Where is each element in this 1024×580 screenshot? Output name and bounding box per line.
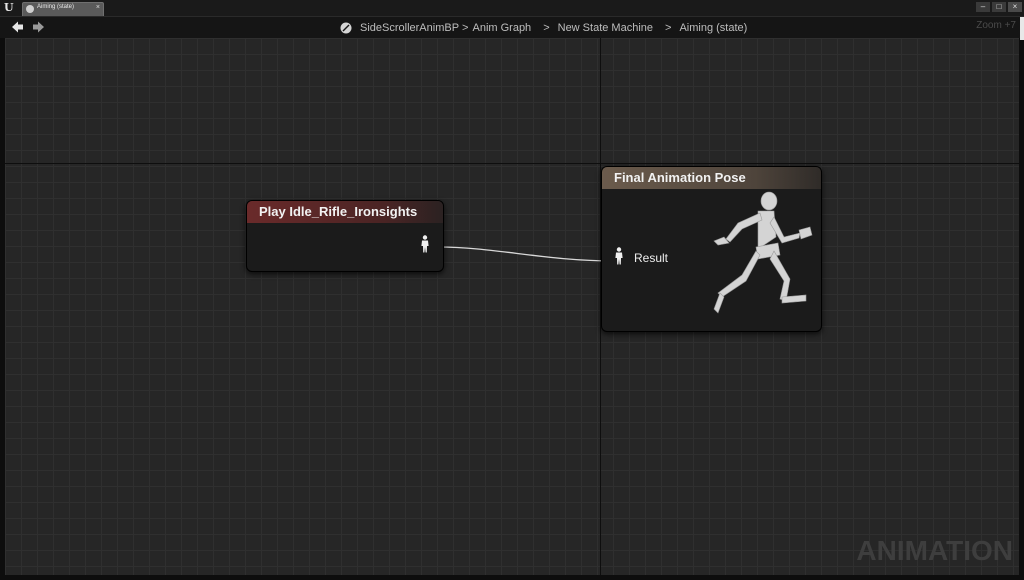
breadcrumb-item-anim-blueprint[interactable]: SideScrollerAnimBP bbox=[360, 22, 459, 34]
close-button[interactable]: × bbox=[1008, 2, 1022, 12]
arrow-right-icon[interactable] bbox=[32, 20, 46, 34]
document-tab[interactable]: Aiming (state) × bbox=[22, 2, 104, 16]
document-tab-label: Aiming (state) bbox=[37, 4, 75, 10]
breadcrumb-item-state[interactable]: Aiming (state) bbox=[679, 22, 747, 34]
unreal-logo-icon: U bbox=[4, 1, 14, 14]
window-edge bbox=[1020, 17, 1024, 40]
breadcrumb: SideScrollerAnimBP > Anim Graph > New St… bbox=[340, 20, 747, 35]
final-animation-pose-node[interactable]: Final Animation Pose Result bbox=[601, 166, 822, 332]
pose-pin-icon[interactable] bbox=[420, 235, 430, 253]
breadcrumb-separator: > bbox=[665, 21, 672, 34]
result-pin-label: Result bbox=[634, 251, 669, 265]
tab-close-icon[interactable]: × bbox=[96, 4, 100, 11]
pose-pin-icon[interactable] bbox=[614, 247, 624, 265]
maximize-button[interactable]: □ bbox=[992, 2, 1006, 12]
play-animation-node[interactable]: Play Idle_Rifle_Ironsights bbox=[246, 200, 444, 272]
blueprint-icon bbox=[340, 22, 352, 33]
minimize-button[interactable]: – bbox=[976, 2, 990, 12]
title-bar: U Aiming (state) × – □ × bbox=[0, 0, 1024, 17]
zoom-level: Zoom +7 bbox=[976, 20, 1016, 31]
breadcrumb-item-anim-graph[interactable]: Anim Graph bbox=[472, 22, 531, 34]
breadcrumb-separator: > bbox=[462, 21, 469, 34]
graph-type-watermark: ANIMATION bbox=[856, 535, 1013, 566]
window-controls: – □ × bbox=[976, 2, 1022, 13]
breadcrumb-separator: > bbox=[543, 21, 550, 34]
state-icon bbox=[26, 5, 34, 13]
pose-wire[interactable] bbox=[5, 38, 1019, 575]
anim-graph-canvas[interactable]: Play Idle_Rifle_Ironsights Final Animati… bbox=[5, 38, 1019, 575]
graph-navigation-bar: SideScrollerAnimBP > Anim Graph > New St… bbox=[0, 17, 1020, 38]
running-mannequin-icon bbox=[713, 191, 813, 314]
node-title: Play Idle_Rifle_Ironsights bbox=[247, 201, 443, 223]
breadcrumb-item-state-machine[interactable]: New State Machine bbox=[558, 22, 653, 34]
node-title: Final Animation Pose bbox=[602, 167, 821, 189]
arrow-left-icon[interactable] bbox=[10, 20, 24, 34]
